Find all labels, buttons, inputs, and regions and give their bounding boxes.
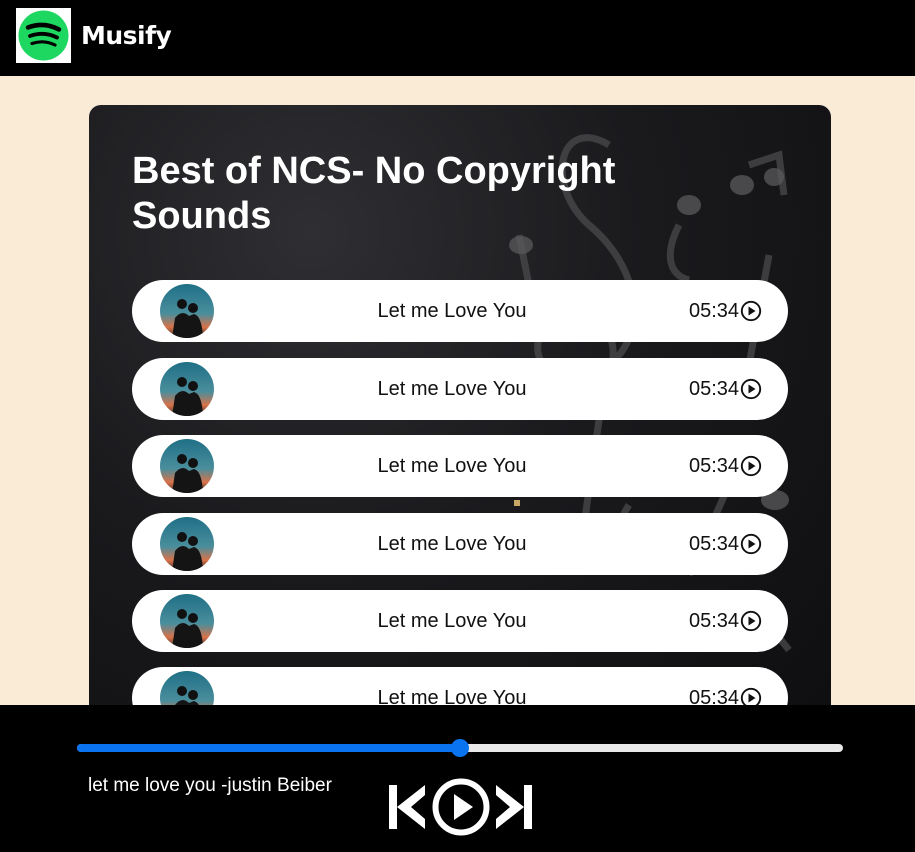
play-circle-icon[interactable] [740, 610, 762, 632]
play-circle-icon[interactable] [740, 455, 762, 477]
brand-name[interactable]: Musify [81, 18, 172, 54]
progress-bar[interactable] [77, 739, 843, 757]
spotify-logo-icon[interactable] [16, 8, 71, 63]
skip-back-icon[interactable] [387, 781, 427, 833]
song-name: Let me Love You [377, 300, 527, 322]
song-duration: 05:34 [689, 610, 740, 632]
now-playing-label: let me love you -justin Beiber [88, 775, 332, 796]
play-circle-icon[interactable] [740, 300, 762, 322]
song-name: Let me Love You [377, 455, 527, 477]
song-item[interactable]: Let me Love You 05:34 [132, 513, 788, 575]
couple-sunset-cover-icon [160, 439, 214, 493]
song-item[interactable]: Let me Love You 05:34 [132, 280, 788, 342]
navbar: Musify [0, 0, 915, 76]
play-circle-icon[interactable] [431, 777, 491, 837]
playlist-container: Best of NCS- No Copyright Sounds Let me … [89, 105, 831, 745]
song-duration: 05:34 [689, 455, 740, 477]
couple-sunset-cover-icon [160, 517, 214, 571]
song-item[interactable]: Let me Love You 05:34 [132, 590, 788, 652]
progress-thumb[interactable] [451, 739, 469, 757]
play-circle-icon[interactable] [740, 378, 762, 400]
player-bar: let me love you -justin Beiber [0, 705, 915, 852]
song-duration: 05:34 [689, 533, 740, 555]
play-circle-icon[interactable] [740, 533, 762, 555]
couple-sunset-cover-icon [160, 284, 214, 338]
song-item[interactable]: Let me Love You 05:34 [132, 358, 788, 420]
couple-sunset-cover-icon [160, 594, 214, 648]
song-item[interactable]: Let me Love You 05:34 [132, 435, 788, 497]
playlist-title: Best of NCS- No Copyright Sounds [132, 150, 616, 237]
song-duration: 05:34 [689, 300, 740, 322]
skip-forward-icon[interactable] [494, 781, 534, 833]
song-name: Let me Love You [377, 378, 527, 400]
song-name: Let me Love You [377, 533, 527, 555]
song-duration: 05:34 [689, 378, 740, 400]
couple-sunset-cover-icon [160, 362, 214, 416]
song-name: Let me Love You [377, 610, 527, 632]
progress-fill [77, 744, 460, 752]
